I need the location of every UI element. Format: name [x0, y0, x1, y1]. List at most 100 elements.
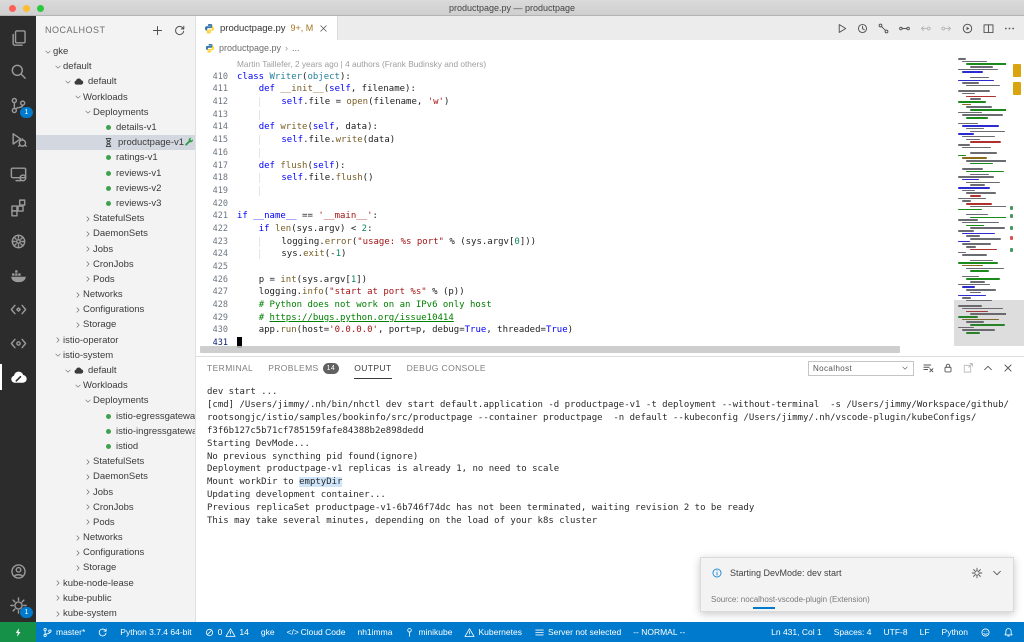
activity-nocalhost[interactable] [0, 360, 36, 394]
code-line-415[interactable]: 415 self.file.write(data) [196, 134, 958, 147]
code-line-417[interactable]: 417 def flush(self): [196, 160, 958, 173]
maximize-panel-icon[interactable] [982, 362, 994, 374]
tree-item-istiod[interactable]: istiod [36, 439, 195, 454]
code-line-412[interactable]: 412 self.file = open(filename, 'w') [196, 96, 958, 109]
tree-item-storage[interactable]: Storage [36, 317, 195, 332]
activity-search[interactable] [0, 54, 36, 88]
activity-cloud-code-k8s[interactable] [0, 326, 36, 360]
activity-kubernetes[interactable] [0, 224, 36, 258]
code-line-413[interactable]: 413 [196, 109, 958, 122]
panel-tab-problems[interactable]: PROBLEMS14 [268, 357, 339, 379]
previous-change-icon[interactable] [919, 22, 932, 35]
tree-item-ratings-v1[interactable]: ratings-v1 [36, 150, 195, 165]
status-cursor-position[interactable]: Ln 431, Col 1 [765, 622, 828, 642]
activity-settings[interactable]: 1 [0, 588, 36, 622]
code-line-428[interactable]: 428 # Python does not work on an IPv6 on… [196, 299, 958, 312]
tree-item-configurations[interactable]: Configurations [36, 545, 195, 560]
breadcrumb-more[interactable]: ... [292, 43, 300, 53]
tree-item-statefulsets[interactable]: StatefulSets [36, 211, 195, 226]
code-line-429[interactable]: 429 # https://bugs.python.org/issue10414 [196, 312, 958, 325]
code-line-411[interactable]: 411 def __init__(self, filename): [196, 83, 958, 96]
next-change-icon[interactable] [940, 22, 953, 35]
tree-item-default[interactable]: default [36, 363, 195, 378]
compare-changes-icon[interactable] [877, 22, 890, 35]
more-actions-icon[interactable] [1003, 22, 1016, 35]
tree-item-reviews-v3[interactable]: reviews-v3 [36, 196, 195, 211]
tree-item-deployments[interactable]: Deployments [36, 105, 195, 120]
status-eol-sequence[interactable]: LF [914, 622, 936, 642]
status-indentation[interactable]: Spaces: 4 [828, 622, 878, 642]
code-line-414[interactable]: 414 def write(self, data): [196, 121, 958, 134]
breadcrumb-file[interactable]: productpage.py [219, 43, 281, 53]
status-sync-status[interactable] [91, 622, 114, 642]
code-line-423[interactable]: 423 logging.error("usage: %s port" % (sy… [196, 236, 958, 249]
horizontal-scrollbar[interactable] [200, 346, 900, 353]
activity-source-control[interactable]: 1 [0, 88, 36, 122]
panel-tab-terminal[interactable]: TERMINAL [207, 357, 253, 379]
tree-item-storage[interactable]: Storage [36, 560, 195, 575]
code-line-410[interactable]: 410class Writer(object): [196, 71, 958, 84]
timeline-icon[interactable] [856, 22, 869, 35]
code-line-424[interactable]: 424 sys.exit(-1) [196, 248, 958, 261]
status-notifications-bell[interactable] [997, 622, 1020, 642]
tree-item-jobs[interactable]: Jobs [36, 484, 195, 499]
tree-item-productpage-v1[interactable]: productpage-v1 [36, 135, 195, 150]
code-line-420[interactable]: 420 [196, 198, 958, 211]
tree-item-default[interactable]: default [36, 74, 195, 89]
tree-item-istio-system[interactable]: istio-system [36, 348, 195, 363]
code-line-419[interactable]: 419 [196, 185, 958, 198]
clear-output-icon[interactable] [922, 362, 934, 374]
lock-scrolling-icon[interactable] [942, 362, 954, 374]
code-line-418[interactable]: 418 self.file.flush() [196, 172, 958, 185]
minimize-window-button[interactable] [23, 5, 30, 12]
maximize-window-button[interactable] [37, 5, 44, 12]
tree-item-istio-operator[interactable]: istio-operator [36, 333, 195, 348]
code-line-426[interactable]: 426 p = int(sys.argv[1]) [196, 274, 958, 287]
activity-cloud-code[interactable] [0, 292, 36, 326]
status-server-selector[interactable]: Server not selected [528, 622, 627, 642]
open-changes-icon[interactable] [898, 22, 911, 35]
close-panel-icon[interactable] [1002, 362, 1014, 374]
status-encoding[interactable]: UTF-8 [878, 622, 914, 642]
tree-item-kube-public[interactable]: kube-public [36, 591, 195, 606]
tree-item-networks[interactable]: Networks [36, 530, 195, 545]
status-vim-mode[interactable]: -- NORMAL -- [627, 622, 691, 642]
code-line-421[interactable]: 421if __name__ == '__main__': [196, 210, 958, 223]
panel-tab-output[interactable]: OUTPUT [354, 357, 391, 379]
close-window-button[interactable] [9, 5, 16, 12]
activity-extensions[interactable] [0, 190, 36, 224]
chevron-down-icon[interactable] [991, 567, 1003, 579]
tree-item-reviews-v2[interactable]: reviews-v2 [36, 181, 195, 196]
notification-toast[interactable]: Starting DevMode: dev start Source: noca… [700, 557, 1014, 612]
split-editor-icon[interactable] [982, 22, 995, 35]
activity-remote-explorer[interactable] [0, 156, 36, 190]
tree-item-daemonsets[interactable]: DaemonSets [36, 226, 195, 241]
tree-item-pods[interactable]: Pods [36, 272, 195, 287]
code-editor[interactable]: Martin Taillefer, 2 years ago | 4 author… [196, 56, 1024, 356]
code-line-416[interactable]: 416 [196, 147, 958, 160]
status-remote-indicator[interactable] [0, 622, 36, 642]
status-python-interpreter[interactable]: Python 3.7.4 64-bit [114, 622, 197, 642]
tree-item-istio-egressgateway[interactable]: istio-egressgateway [36, 409, 195, 424]
tree-item-gke[interactable]: gke [36, 44, 195, 59]
code-line-425[interactable]: 425 [196, 261, 958, 274]
tree-item-workloads[interactable]: Workloads [36, 378, 195, 393]
open-log-file-icon[interactable] [962, 362, 974, 374]
tree-item-cronjobs[interactable]: CronJobs [36, 500, 195, 515]
status-feedback[interactable] [974, 622, 997, 642]
tree-item-istio-ingressgateway[interactable]: istio-ingressgateway [36, 424, 195, 439]
status-minikube-context[interactable]: minikube [398, 622, 458, 642]
tree-item-networks[interactable]: Networks [36, 287, 195, 302]
add-cluster-button[interactable] [151, 24, 164, 37]
activity-docker[interactable] [0, 258, 36, 292]
run-interactive-icon[interactable] [961, 22, 974, 35]
tree-item-default[interactable]: default [36, 59, 195, 74]
close-tab-icon[interactable] [318, 23, 329, 34]
run-icon[interactable] [835, 22, 848, 35]
tree-item-statefulsets[interactable]: StatefulSets [36, 454, 195, 469]
status-problems-summary[interactable]: 014 [198, 622, 255, 642]
status-gke-context[interactable]: gke [255, 622, 281, 642]
status-nocalhost-status[interactable]: nh1imma [351, 622, 398, 642]
tree-item-details-v1[interactable]: details-v1 [36, 120, 195, 135]
status-cloud-code[interactable]: </>Cloud Code [281, 622, 352, 642]
